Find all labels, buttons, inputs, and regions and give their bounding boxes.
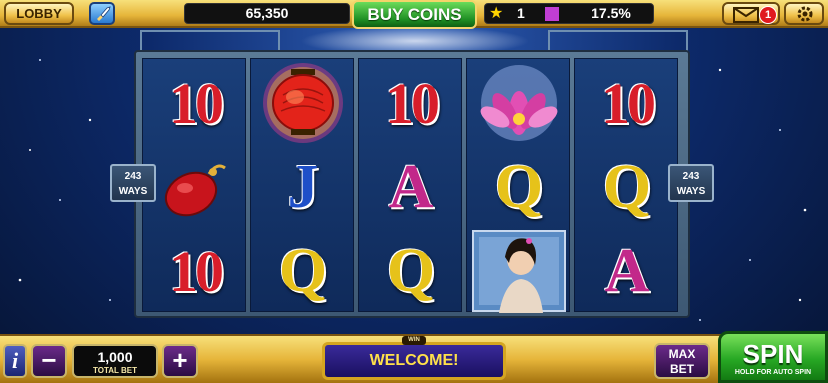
info-button[interactable]: i xyxy=(3,344,27,378)
symbol-q: Q xyxy=(494,152,544,221)
envelope-icon xyxy=(733,7,759,23)
pink-lotus-icon xyxy=(467,61,571,145)
symbol-q: Q xyxy=(602,152,652,221)
symbol-10: 10 xyxy=(169,238,224,304)
reel-4: Q xyxy=(466,58,571,313)
spin-button[interactable]: SPIN HOLD FOR AUTO SPIN xyxy=(718,331,828,383)
max-bet-button[interactable]: MAX BET xyxy=(654,343,710,379)
symbol-10: 10 xyxy=(601,70,656,136)
decrease-bet-button[interactable]: − xyxy=(31,344,67,378)
gear-icon xyxy=(797,6,813,22)
ways-badge-right: 243 WAYS xyxy=(668,164,714,202)
spin-sublabel: HOLD FOR AUTO SPIN xyxy=(734,369,812,376)
symbol-q: Q xyxy=(386,236,436,305)
reel-1: 10 10 xyxy=(142,58,246,312)
coin-balance: 65,350 xyxy=(184,3,350,24)
red-lantern-icon xyxy=(251,61,355,145)
symbol-10: 10 xyxy=(169,70,224,136)
star-icon: ★ xyxy=(489,5,504,22)
bet-value: 1,000 xyxy=(97,349,133,365)
xp-indicator xyxy=(545,7,559,21)
bet-label: TOTAL BET xyxy=(93,366,137,375)
mail-badge: 1 xyxy=(759,6,777,24)
buy-coins-button[interactable]: BUY COINS xyxy=(352,0,477,29)
total-bet-display: 1,000 TOTAL BET xyxy=(72,344,158,378)
win-message-display: WELCOME! xyxy=(322,342,506,380)
spin-label: SPIN xyxy=(742,339,804,369)
symbol-q: Q xyxy=(278,236,328,305)
level-progress[interactable]: ★ 1 17.5% xyxy=(484,3,654,24)
lobby-button[interactable]: LOBBY xyxy=(4,2,74,25)
xp-percent: 17.5% xyxy=(591,5,631,21)
red-pouch-icon xyxy=(143,145,247,229)
reel-5: 10 Q A xyxy=(574,58,678,312)
reel-2: J Q xyxy=(250,58,354,312)
increase-bet-button[interactable]: + xyxy=(162,344,198,378)
level-number: 1 xyxy=(517,5,525,21)
settings-button[interactable] xyxy=(784,2,824,25)
win-label: WIN xyxy=(402,336,426,345)
symbol-a: A xyxy=(604,236,650,305)
ways-badge-left: 243 WAYS xyxy=(110,164,156,202)
quest-button[interactable] xyxy=(89,2,115,25)
symbol-a: A xyxy=(388,152,434,221)
reel-frame: 10 10 J Q 10 A Q Q 10 Q A xyxy=(134,50,690,318)
lady-wild-icon xyxy=(467,229,571,313)
reel-3: 10 A Q xyxy=(358,58,462,312)
frame-ornament-right xyxy=(548,30,688,52)
symbol-j: J xyxy=(287,152,319,221)
rocket-icon xyxy=(97,6,111,21)
frame-ornament-left xyxy=(140,30,280,52)
symbol-10: 10 xyxy=(385,70,440,136)
